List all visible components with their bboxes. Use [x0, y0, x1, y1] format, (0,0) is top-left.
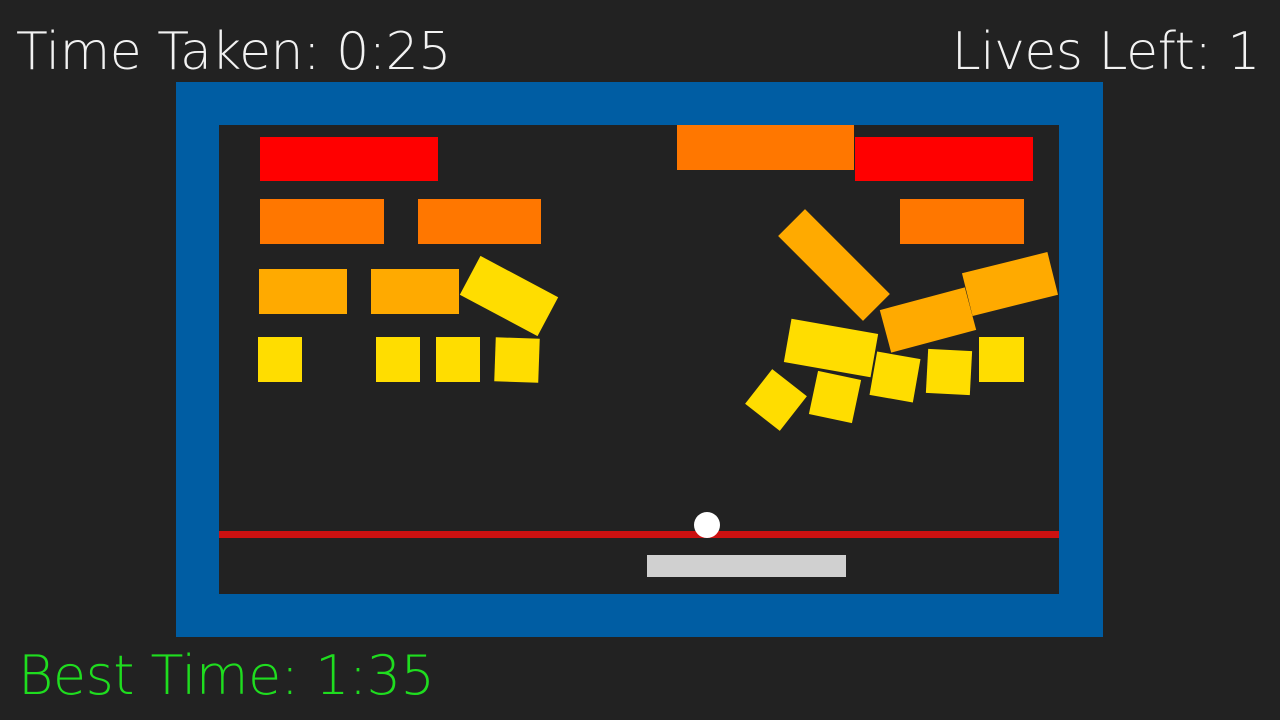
- death-line: [219, 531, 1059, 538]
- game-screen: Time Taken: 0:25 Lives Left: 1 Best Time…: [0, 0, 1280, 720]
- brick: [925, 348, 973, 396]
- brick: [808, 370, 862, 424]
- brick: [855, 137, 1033, 181]
- brick: [459, 255, 559, 337]
- brick: [418, 199, 541, 244]
- brick: [258, 337, 302, 382]
- best-time-label: Best Time: 1:35: [18, 644, 435, 707]
- game-field[interactable]: [0, 0, 1280, 720]
- brick: [961, 252, 1059, 316]
- brick: [260, 199, 384, 244]
- brick: [745, 369, 807, 431]
- brick: [869, 351, 921, 403]
- brick: [260, 137, 438, 181]
- brick: [376, 337, 420, 382]
- brick: [436, 337, 480, 382]
- brick: [778, 209, 890, 321]
- brick: [783, 318, 879, 378]
- brick: [259, 269, 347, 314]
- brick: [979, 337, 1024, 382]
- ball: [694, 512, 720, 538]
- brick: [494, 337, 540, 383]
- paddle[interactable]: [647, 555, 846, 577]
- brick: [677, 125, 854, 170]
- brick: [371, 269, 459, 314]
- brick: [900, 199, 1024, 244]
- bricks: [258, 125, 1059, 431]
- brick: [879, 287, 977, 353]
